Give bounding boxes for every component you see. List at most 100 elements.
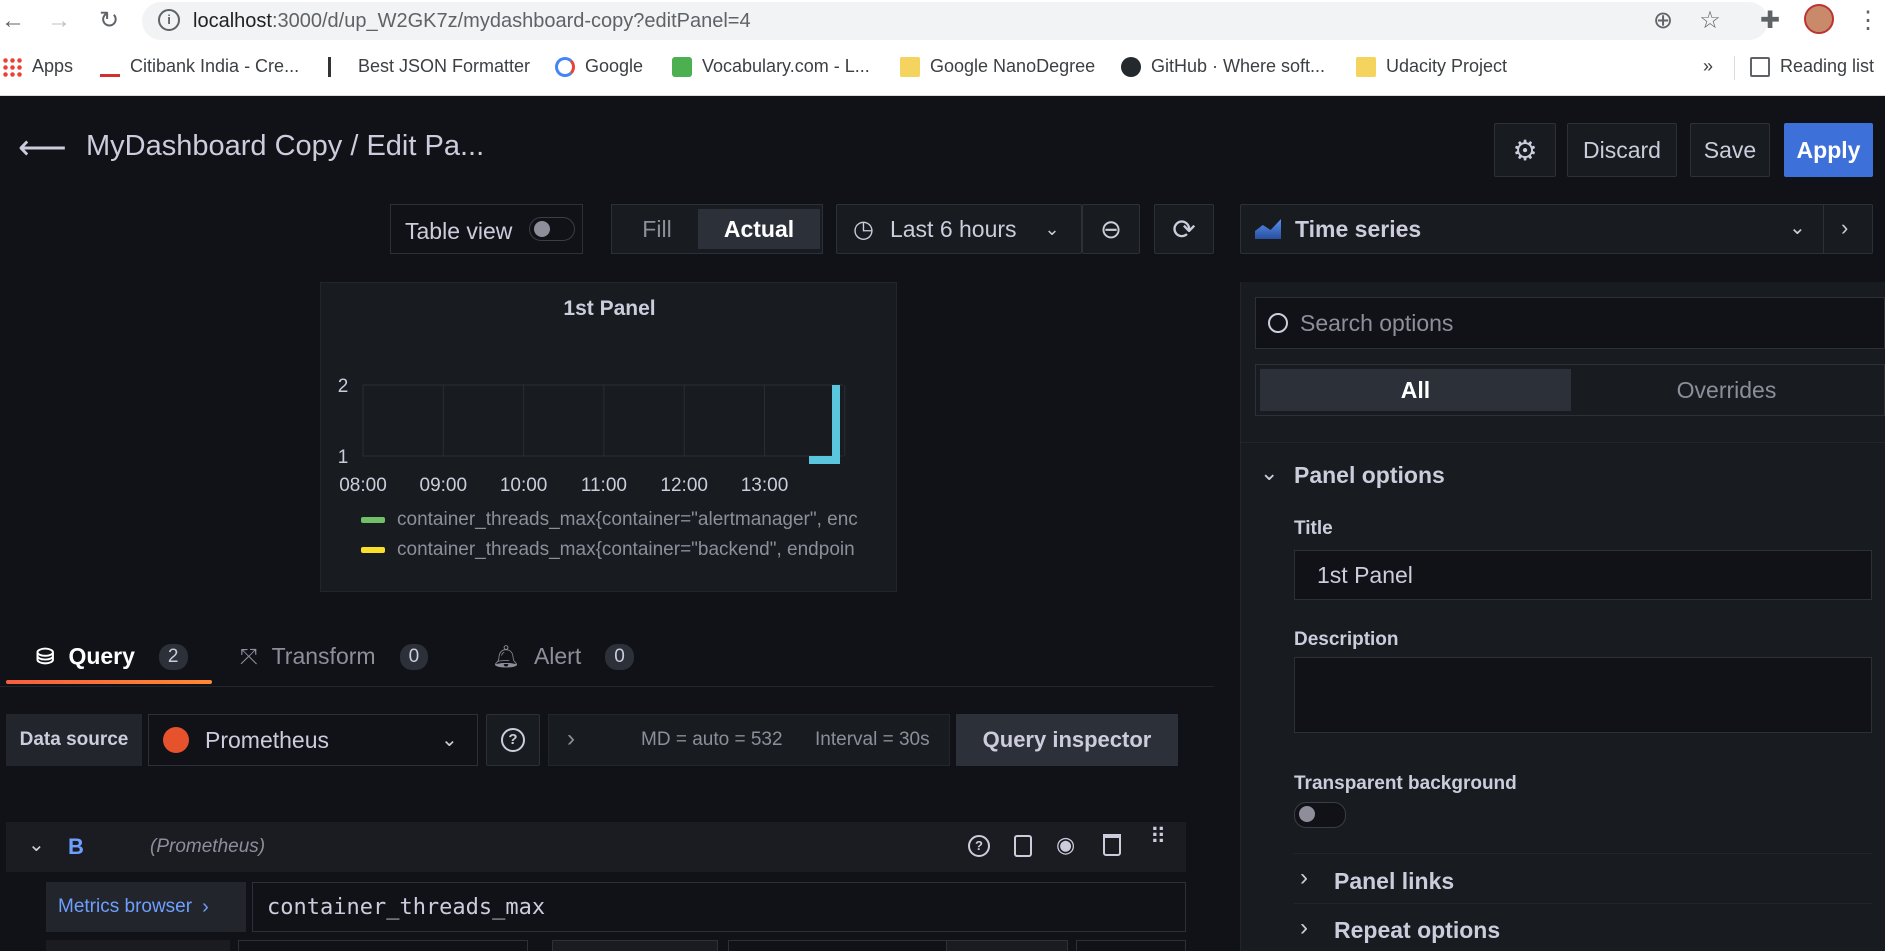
question-circle-icon[interactable]: ? — [968, 835, 990, 857]
query-option-field[interactable] — [552, 940, 718, 951]
zoom-icon[interactable]: ⊕ — [1650, 8, 1676, 34]
tab-count-badge: 2 — [158, 643, 188, 670]
tab-transform[interactable]: ⤧ Transform 0 — [240, 643, 429, 670]
citi-icon — [100, 57, 120, 77]
apply-button[interactable]: Apply — [1784, 123, 1873, 177]
gear-icon: ⚙ — [1512, 134, 1538, 166]
back-arrow-icon[interactable]: ← — [0, 8, 26, 34]
bookmarks-overflow[interactable]: » — [1703, 56, 1713, 77]
duplicate-icon[interactable] — [1014, 835, 1032, 857]
extensions-icon[interactable]: ✚ — [1757, 8, 1783, 34]
x-tick-label: 08:00 — [339, 475, 387, 496]
query-expression-input[interactable]: container_threads_max — [252, 882, 1186, 932]
star-icon[interactable]: ☆ — [1697, 8, 1723, 34]
search-icon — [1268, 313, 1288, 333]
settings-button[interactable]: ⚙ — [1494, 123, 1556, 177]
bookmark-item[interactable]: Google NanoDegree — [900, 56, 1095, 77]
table-view-toggle[interactable] — [529, 217, 575, 241]
transparent-background-label: Transparent background — [1294, 773, 1517, 794]
tab-count-badge: 0 — [399, 643, 429, 670]
x-tick-label: 11:00 — [581, 475, 627, 496]
trash-icon[interactable] — [1103, 834, 1121, 856]
tab-overrides[interactable]: Overrides — [1571, 369, 1882, 411]
save-button[interactable]: Save — [1690, 123, 1770, 177]
zoom-out-icon: ⊖ — [1100, 213, 1122, 244]
panel-links-section[interactable]: Panel links — [1334, 868, 1454, 895]
tab-all[interactable]: All — [1260, 369, 1571, 411]
actual-option[interactable]: Actual — [698, 209, 820, 249]
chevron-down-icon: ⌄ — [441, 729, 458, 751]
query-ref-id[interactable]: B — [68, 834, 84, 860]
google-icon — [555, 56, 575, 77]
bookmark-item[interactable]: GitHub · Where soft... — [1121, 56, 1325, 77]
data-source-label: Data source — [6, 714, 142, 766]
visualization-picker[interactable]: Time series ⌄ › — [1240, 204, 1873, 254]
tab-query[interactable]: ⛁ Query 2 — [36, 643, 188, 670]
query-option-field[interactable] — [728, 940, 948, 951]
legend-item[interactable]: container_threads_max{container="alertma… — [361, 505, 891, 535]
data-source-select[interactable]: Prometheus ⌄ — [148, 714, 478, 766]
description-textarea[interactable] — [1294, 657, 1872, 733]
bookmark-label: Apps — [32, 56, 74, 76]
menu-dots-icon[interactable]: ⋮ — [1855, 8, 1881, 34]
tab-alert[interactable]: 🔔︎ Alert 0 — [492, 643, 634, 670]
metrics-browser-button[interactable]: Metrics browser › — [46, 882, 246, 932]
bookmark-item[interactable]: Udacity Project — [1356, 56, 1507, 77]
fill-option[interactable]: Fill — [616, 209, 698, 249]
reading-list[interactable]: Reading list — [1750, 56, 1874, 77]
search-options-input[interactable]: Search options — [1255, 297, 1885, 349]
transform-icon: ⤧ — [240, 643, 258, 669]
reload-icon[interactable]: ↻ — [96, 8, 122, 34]
chevron-right-icon[interactable]: › — [1300, 864, 1308, 892]
bookmark-item[interactable]: Vocabulary.com - L... — [672, 56, 870, 77]
legend-item[interactable]: container_threads_max{container="backend… — [361, 535, 891, 565]
tab-count-badge: 0 — [605, 643, 634, 670]
drag-handle-icon[interactable]: ⠿ — [1150, 826, 1166, 848]
chevron-right-icon[interactable]: › — [1300, 914, 1308, 942]
time-range-picker[interactable]: ◷ Last 6 hours ⌄ — [836, 204, 1082, 254]
query-option-field[interactable] — [1076, 940, 1186, 951]
bookmark-label: Google NanoDegree — [930, 56, 1096, 76]
refresh-button[interactable]: ⟳ — [1154, 204, 1214, 254]
bookmark-label: Vocabulary.com - L... — [702, 56, 870, 76]
bookmark-item[interactable]: Google — [555, 56, 643, 77]
chevron-down-icon[interactable]: ⌄ — [1260, 460, 1278, 486]
chevron-down-icon: ⌄ — [1044, 218, 1060, 239]
question-circle-icon: ? — [501, 728, 525, 752]
legend-label: container_threads_max{container="alertma… — [397, 509, 858, 530]
query-option-field[interactable] — [946, 940, 1068, 951]
x-tick-label: 09:00 — [420, 475, 468, 496]
data-source-value: Prometheus — [205, 726, 330, 753]
info-icon[interactable]: i — [158, 9, 180, 31]
zoom-out-button[interactable]: ⊖ — [1082, 204, 1140, 254]
eye-icon[interactable]: ◉ — [1056, 832, 1075, 858]
panel-options-section[interactable]: Panel options — [1294, 462, 1445, 489]
transparent-background-toggle[interactable] — [1294, 802, 1346, 828]
chevron-right-icon: › — [1841, 215, 1849, 240]
bookmark-item[interactable]: Citibank India - Cre... — [100, 56, 299, 77]
interval-value: Interval = 30s — [815, 729, 930, 750]
url-text[interactable]: localhost:3000/d/up_W2GK7z/mydashboard-c… — [193, 10, 751, 33]
collapse-chevron-icon[interactable]: ⌄ — [28, 832, 45, 857]
query-option-field[interactable] — [238, 940, 528, 951]
query-inspector-button[interactable]: Query inspector — [956, 714, 1178, 766]
legend-swatch — [361, 517, 385, 523]
title-input[interactable]: 1st Panel — [1294, 550, 1872, 600]
back-arrow-icon[interactable]: ⟵ — [18, 131, 67, 165]
repeat-options-section[interactable]: Repeat options — [1334, 917, 1500, 944]
forward-arrow-icon[interactable]: → — [46, 8, 72, 34]
help-button[interactable]: ? — [486, 714, 540, 766]
discard-button[interactable]: Discard — [1567, 123, 1677, 177]
tab-label: Transform — [271, 643, 376, 669]
bookmark-item[interactable]: Best JSON Formatter — [328, 56, 530, 77]
bookmark-item[interactable]: Apps — [2, 56, 73, 77]
overflow-label: » — [1703, 56, 1714, 76]
query-option-field[interactable] — [46, 940, 230, 951]
metrics-browser-label: Metrics browser — [58, 896, 193, 917]
active-tab-underline — [6, 680, 212, 684]
profile-avatar[interactable] — [1804, 4, 1834, 34]
query-expression: container_threads_max — [267, 894, 546, 920]
query-options-bar[interactable]: › MD = auto = 532 Interval = 30s — [548, 714, 950, 766]
reading-list-icon — [1750, 56, 1770, 77]
search-placeholder: Search options — [1300, 309, 1454, 336]
